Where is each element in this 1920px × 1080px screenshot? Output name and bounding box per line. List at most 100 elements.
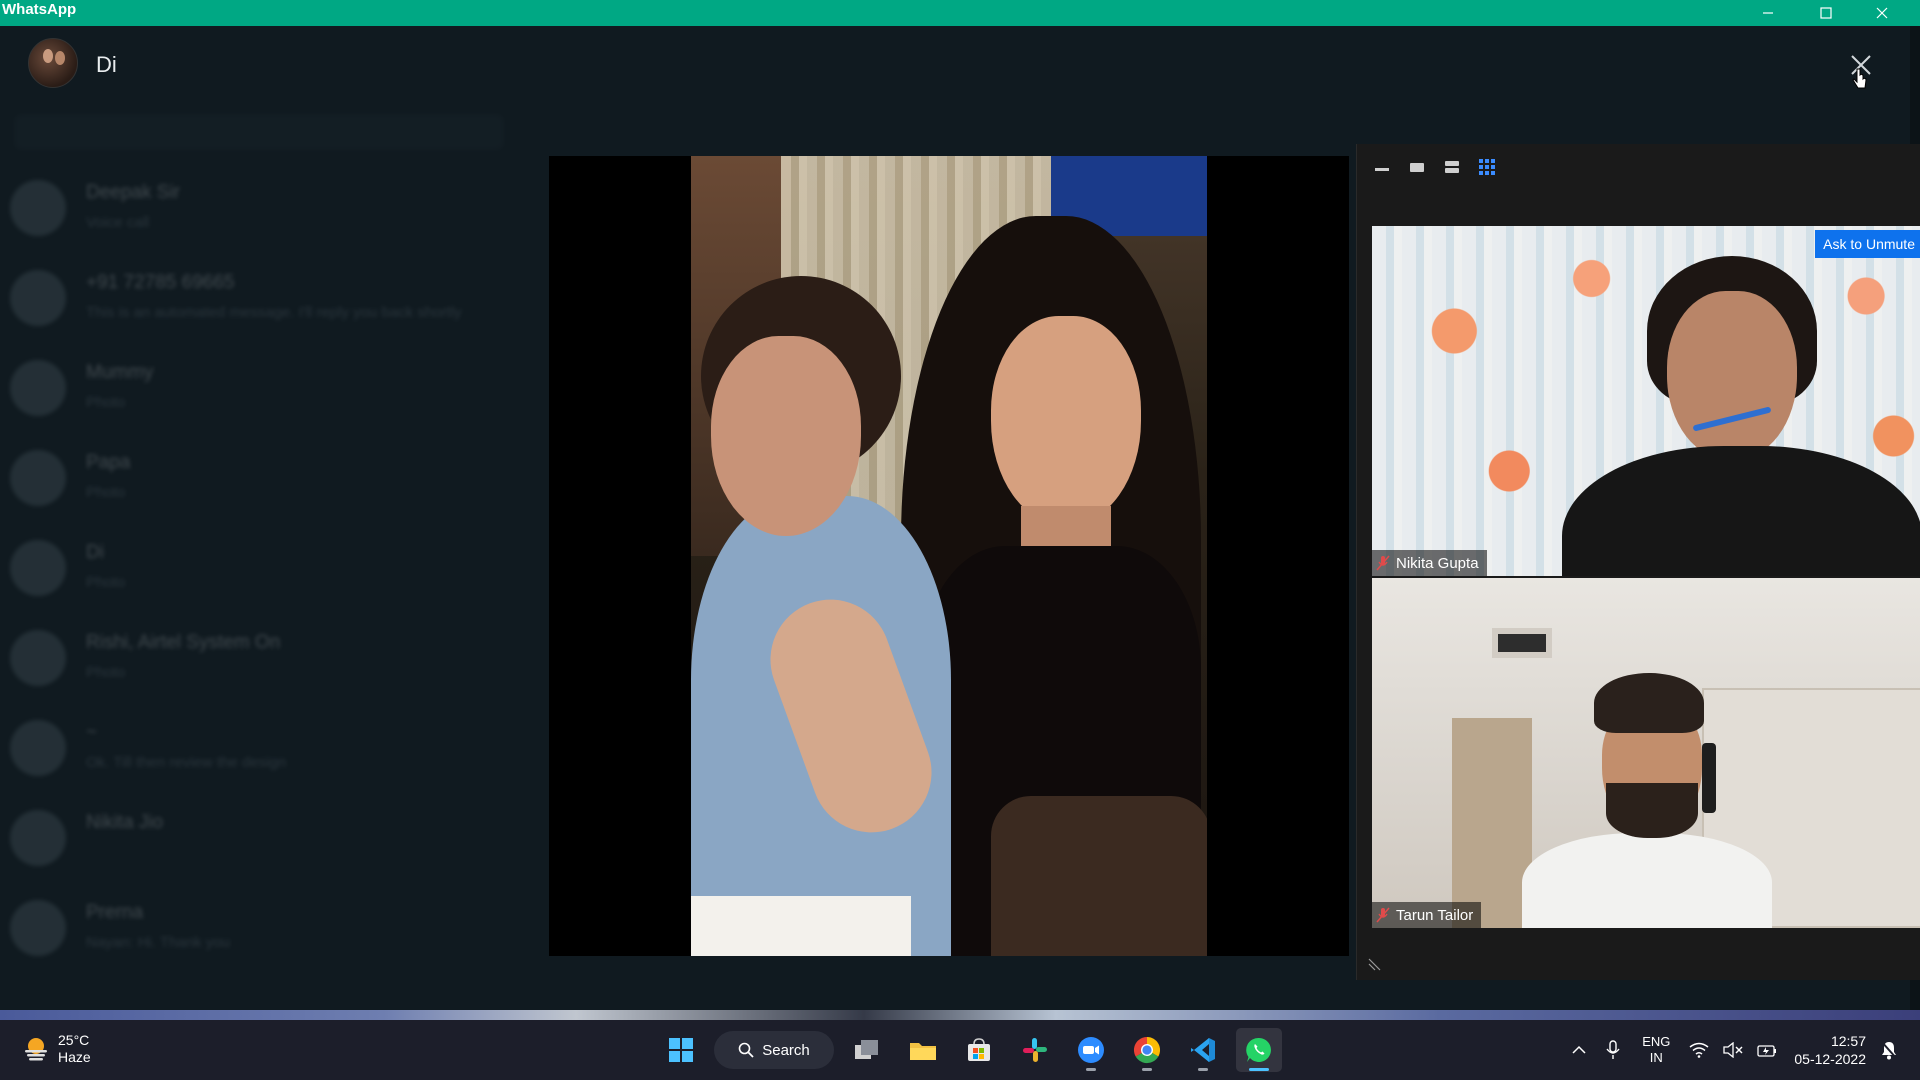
whatsapp-button[interactable] bbox=[1236, 1028, 1282, 1072]
chat-preview: Nayan: Hi. Thank you bbox=[86, 934, 230, 951]
chat-name: Mummy bbox=[86, 362, 154, 383]
chat-name: Deepak Sir bbox=[86, 182, 180, 203]
microphone-icon bbox=[1606, 1040, 1620, 1059]
show-hidden-icons-button[interactable] bbox=[1568, 1039, 1590, 1061]
battery-button[interactable] bbox=[1756, 1039, 1778, 1061]
maximize-icon bbox=[1820, 7, 1832, 19]
participant-name: Nikita Gupta bbox=[1396, 554, 1479, 572]
maximize-button[interactable] bbox=[1798, 0, 1854, 26]
background-chat-list: Deepak Sir Voice call +91 72785 69665 This… bbox=[0, 26, 550, 1010]
microphone-button[interactable] bbox=[1602, 1039, 1624, 1061]
language-code: ENG bbox=[1642, 1034, 1671, 1049]
chrome-icon bbox=[1133, 1036, 1161, 1064]
search-icon bbox=[738, 1042, 754, 1058]
avatar bbox=[10, 900, 66, 956]
wifi-button[interactable] bbox=[1688, 1039, 1710, 1061]
speaker-view-button[interactable] bbox=[1404, 156, 1429, 178]
chat-preview: Ok. Till then review the design bbox=[86, 754, 287, 771]
zoom-meeting-panel: Ask to Unmute Nikita Gupta Tarun Tailor bbox=[1356, 144, 1920, 980]
chat-preview: Voice call bbox=[86, 214, 150, 231]
avatar bbox=[10, 810, 66, 866]
store-icon bbox=[968, 1038, 990, 1061]
gallery-view-button[interactable] bbox=[1474, 156, 1499, 178]
weather-temperature: 25°C bbox=[58, 1032, 90, 1048]
clock-button[interactable]: 12:57 05-12-2022 bbox=[1794, 1032, 1866, 1068]
title-bar: WhatsApp bbox=[0, 0, 1920, 26]
taskbar-search-button[interactable]: Search bbox=[714, 1031, 834, 1069]
close-icon bbox=[1876, 7, 1888, 19]
chrome-button[interactable] bbox=[1124, 1028, 1170, 1072]
chevron-up-icon bbox=[1572, 1045, 1586, 1054]
avatar bbox=[10, 540, 66, 596]
avatar bbox=[10, 720, 66, 776]
media-image-frame bbox=[549, 156, 1349, 956]
battery-charging-icon bbox=[1757, 1045, 1777, 1057]
chat-name: Nikita Jio bbox=[86, 812, 164, 833]
participant-name-label: Nikita Gupta bbox=[1372, 550, 1487, 576]
minimize-button[interactable] bbox=[1740, 0, 1796, 26]
list-item: Papa Photo bbox=[0, 438, 550, 528]
avatar bbox=[10, 630, 66, 686]
ask-to-unmute-button[interactable]: Ask to Unmute bbox=[1815, 230, 1920, 258]
search-label: Search bbox=[762, 1041, 810, 1059]
taskbar: 25°C Haze Search ENG IN 12:57 05-12-2022 bbox=[0, 1020, 1920, 1080]
chat-name: Papa bbox=[86, 452, 131, 473]
clock-time: 12:57 bbox=[1830, 1033, 1866, 1049]
mouse-cursor-icon bbox=[1852, 68, 1867, 89]
chat-preview: Photo bbox=[86, 574, 126, 591]
window-title: WhatsApp bbox=[2, 1, 77, 18]
avatar bbox=[10, 270, 66, 326]
list-item: Di Photo bbox=[0, 528, 550, 618]
start-button[interactable] bbox=[658, 1028, 704, 1072]
resize-grip-icon[interactable] bbox=[1367, 956, 1383, 972]
zoom-icon bbox=[1078, 1037, 1104, 1063]
minimize-video-icon bbox=[1374, 168, 1389, 171]
list-item: Deepak Sir Voice call bbox=[0, 168, 550, 258]
notifications-button[interactable] bbox=[1878, 1039, 1900, 1061]
task-view-button[interactable] bbox=[844, 1028, 890, 1072]
zoom-app-button[interactable] bbox=[1068, 1028, 1114, 1072]
system-tray: ENG IN 12:57 05-12-2022 bbox=[1568, 1020, 1900, 1080]
haze-weather-icon bbox=[25, 1038, 47, 1061]
input-language-button[interactable]: ENG IN bbox=[1642, 1034, 1670, 1066]
chat-name: Di bbox=[86, 542, 104, 563]
chat-preview: This is an automated message. I'll reply… bbox=[86, 304, 462, 321]
file-explorer-button[interactable] bbox=[900, 1028, 946, 1072]
photo[interactable] bbox=[691, 156, 1207, 956]
task-view-icon bbox=[855, 1040, 878, 1059]
folder-icon bbox=[910, 1043, 936, 1060]
mic-muted-icon bbox=[1376, 555, 1390, 571]
avatar bbox=[10, 450, 66, 506]
list-item: Prerna Nayan: Hi. Thank you bbox=[0, 888, 550, 978]
list-item: +91 72785 69665 This is an automated mess… bbox=[0, 258, 550, 348]
chat-preview: Photo bbox=[86, 394, 126, 411]
chat-preview: Photo bbox=[86, 664, 126, 681]
strip-view-icon bbox=[1444, 161, 1459, 173]
desktop-wallpaper-strip bbox=[0, 1010, 1920, 1020]
list-item: ~ Ok. Till then review the design bbox=[0, 708, 550, 798]
list-item: Mummy Photo bbox=[0, 348, 550, 438]
chat-name: Prerna bbox=[86, 902, 144, 923]
microsoft-store-button[interactable] bbox=[956, 1028, 1002, 1072]
volume-button[interactable] bbox=[1722, 1039, 1744, 1061]
slack-icon bbox=[1023, 1038, 1047, 1062]
contact-avatar[interactable] bbox=[28, 38, 78, 88]
close-window-button[interactable] bbox=[1854, 0, 1910, 26]
participant-video-tile[interactable]: Tarun Tailor bbox=[1372, 578, 1920, 928]
gallery-view-icon bbox=[1478, 159, 1495, 175]
minimize-icon bbox=[1763, 12, 1773, 14]
strip-view-button[interactable] bbox=[1439, 156, 1464, 178]
chat-name: Rishi, Airtel System On bbox=[86, 632, 281, 653]
slack-button[interactable] bbox=[1012, 1028, 1058, 1072]
minimize-video-button[interactable] bbox=[1369, 156, 1394, 178]
weather-widget[interactable]: 25°C Haze bbox=[22, 1032, 91, 1066]
weather-condition: Haze bbox=[58, 1049, 91, 1065]
vscode-button[interactable] bbox=[1180, 1028, 1226, 1072]
notification-bell-icon bbox=[1880, 1040, 1898, 1060]
windows-start-icon bbox=[669, 1038, 693, 1062]
contact-name[interactable]: Di bbox=[96, 52, 117, 78]
background-search-bar bbox=[14, 114, 504, 150]
chat-name: +91 72785 69665 bbox=[86, 272, 235, 293]
participant-video-tile[interactable]: Ask to Unmute Nikita Gupta bbox=[1372, 226, 1920, 576]
volume-muted-icon bbox=[1723, 1042, 1743, 1058]
